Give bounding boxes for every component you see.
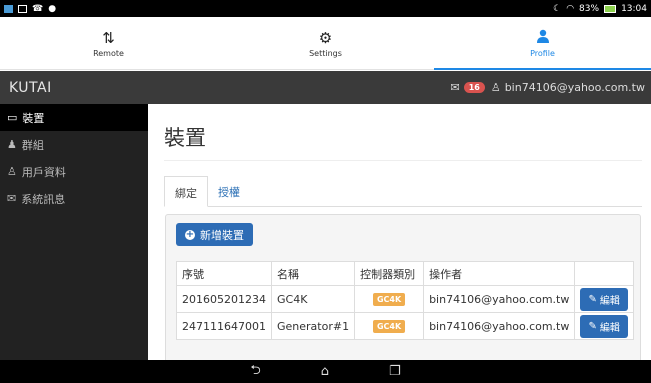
cell-controller-type: GC4K bbox=[354, 285, 425, 313]
edit-button[interactable]: ✎ 編輯 bbox=[580, 314, 628, 338]
tab-settings[interactable]: ⚙ Settings bbox=[217, 17, 434, 69]
cell-serial: 247111647001 bbox=[176, 312, 272, 340]
plus-circle-icon: + bbox=[185, 228, 195, 240]
message-count-badge: 16 bbox=[463, 82, 485, 93]
sidebar-item-system-messages[interactable]: ✉ 系統訊息 bbox=[0, 185, 148, 212]
table-row: 247111647001 Generator#1 GC4K bin74106@y… bbox=[176, 312, 634, 340]
user-icon: ♙ bbox=[490, 81, 501, 94]
sidebar-item-label: 系統訊息 bbox=[21, 192, 66, 206]
add-device-button[interactable]: + 新增裝置 bbox=[176, 223, 253, 246]
edit-label: 編輯 bbox=[599, 322, 620, 334]
controller-type-label: GC4K bbox=[372, 293, 406, 306]
system-navigation-bar: ⮌ ⌂ ❐ bbox=[0, 360, 651, 383]
envelope-icon: ✉ bbox=[7, 192, 17, 205]
cell-serial: 201605201234 bbox=[176, 285, 272, 313]
edit-label: 編輯 bbox=[599, 295, 620, 307]
user-icon bbox=[536, 29, 550, 49]
add-device-label: 新增裝置 bbox=[200, 228, 244, 242]
brand-logo[interactable]: KUTAI bbox=[9, 80, 52, 96]
tab-authorization[interactable]: 授權 bbox=[208, 176, 250, 207]
tab-settings-label: Settings bbox=[309, 48, 342, 58]
table-row: 201605201234 GC4K GC4K bin74106@yahoo.co… bbox=[176, 285, 634, 313]
app-notification-icon bbox=[4, 4, 13, 13]
cell-name: Generator#1 bbox=[270, 312, 356, 340]
cell-actions: ✎ 編輯 bbox=[574, 312, 634, 340]
devices-panel: + 新增裝置 序號 名稱 控制器類別 操作者 201605201234 GC4K… bbox=[165, 214, 641, 360]
tab-binding[interactable]: 綁定 bbox=[164, 176, 208, 207]
page-title: 裝置 bbox=[164, 126, 206, 150]
column-header-operator: 操作者 bbox=[423, 261, 576, 286]
status-bar: ☎ ● ☾ ◠ 83% 13:04 bbox=[0, 0, 651, 17]
phone-icon: ☎ bbox=[32, 3, 44, 14]
top-navigation: ⇅ Remote ⚙ Settings Profile bbox=[0, 17, 651, 70]
window-icon bbox=[18, 4, 27, 13]
column-header-controller-type: 控制器類別 bbox=[354, 261, 425, 286]
cell-name: GC4K bbox=[270, 285, 356, 313]
sidebar-item-label: 群組 bbox=[21, 138, 44, 152]
sidebar-item-label: 用戶資料 bbox=[21, 165, 66, 179]
cell-operator: bin74106@yahoo.com.tw bbox=[423, 285, 576, 313]
monitor-icon: ▭ bbox=[7, 111, 18, 124]
cell-operator: bin74106@yahoo.com.tw bbox=[423, 312, 576, 340]
cell-controller-type: GC4K bbox=[354, 312, 425, 340]
sidebar-item-groups[interactable]: ♟ 群組 bbox=[0, 131, 148, 158]
pencil-icon: ✎ bbox=[588, 293, 597, 305]
sidebar-item-devices[interactable]: ▭ 裝置 bbox=[0, 104, 148, 131]
battery-icon bbox=[604, 4, 617, 13]
pencil-icon: ✎ bbox=[588, 320, 597, 332]
battery-percent: 83% bbox=[579, 3, 600, 14]
column-header-actions bbox=[574, 261, 634, 286]
location-pin-icon: ● bbox=[48, 3, 57, 14]
group-icon: ♟ bbox=[7, 138, 17, 151]
clock: 13:04 bbox=[621, 3, 647, 14]
main-content: 裝置 綁定 授權 + 新增裝置 序號 名稱 控制器類別 操作者 20160520… bbox=[148, 104, 651, 360]
gear-icon: ⚙ bbox=[318, 28, 333, 47]
sidebar-item-user-profile[interactable]: ♙ 用戶資料 bbox=[0, 158, 148, 185]
back-icon[interactable]: ⮌ bbox=[250, 361, 260, 383]
sort-arrows-icon: ⇅ bbox=[102, 28, 115, 47]
sub-tabs: 綁定 授權 bbox=[164, 176, 642, 207]
devices-table: 序號 名稱 控制器類別 操作者 201605201234 GC4K GC4K b… bbox=[176, 261, 634, 340]
cell-actions: ✎ 編輯 bbox=[574, 285, 634, 313]
controller-type-label: GC4K bbox=[372, 320, 406, 333]
moon-icon: ☾ bbox=[553, 3, 562, 14]
sidebar: ▭ 裝置 ♟ 群組 ♙ 用戶資料 ✉ 系統訊息 bbox=[0, 104, 148, 360]
table-header-row: 序號 名稱 控制器類別 操作者 bbox=[176, 261, 634, 286]
user-menu[interactable]: ♙ bin74106@yahoo.com.tw bbox=[491, 81, 645, 94]
tab-remote[interactable]: ⇅ Remote bbox=[0, 17, 217, 69]
wifi-icon: ◠ bbox=[566, 3, 575, 14]
tab-remote-label: Remote bbox=[93, 48, 124, 58]
tab-profile[interactable]: Profile bbox=[434, 17, 651, 70]
app-header: KUTAI ✉ 16 ♙ bin74106@yahoo.com.tw bbox=[0, 71, 651, 104]
column-header-serial: 序號 bbox=[176, 261, 272, 286]
messages-button[interactable]: ✉ 16 bbox=[450, 81, 485, 94]
edit-button[interactable]: ✎ 編輯 bbox=[580, 287, 628, 311]
user-icon: ♙ bbox=[7, 165, 17, 178]
envelope-icon: ✉ bbox=[450, 81, 460, 94]
tab-profile-label: Profile bbox=[530, 48, 555, 58]
title-divider bbox=[164, 160, 642, 161]
sidebar-item-label: 裝置 bbox=[22, 111, 45, 125]
user-email: bin74106@yahoo.com.tw bbox=[504, 81, 645, 94]
recent-apps-icon[interactable]: ❐ bbox=[389, 364, 401, 379]
home-icon[interactable]: ⌂ bbox=[321, 364, 329, 379]
column-header-name: 名稱 bbox=[270, 261, 356, 286]
